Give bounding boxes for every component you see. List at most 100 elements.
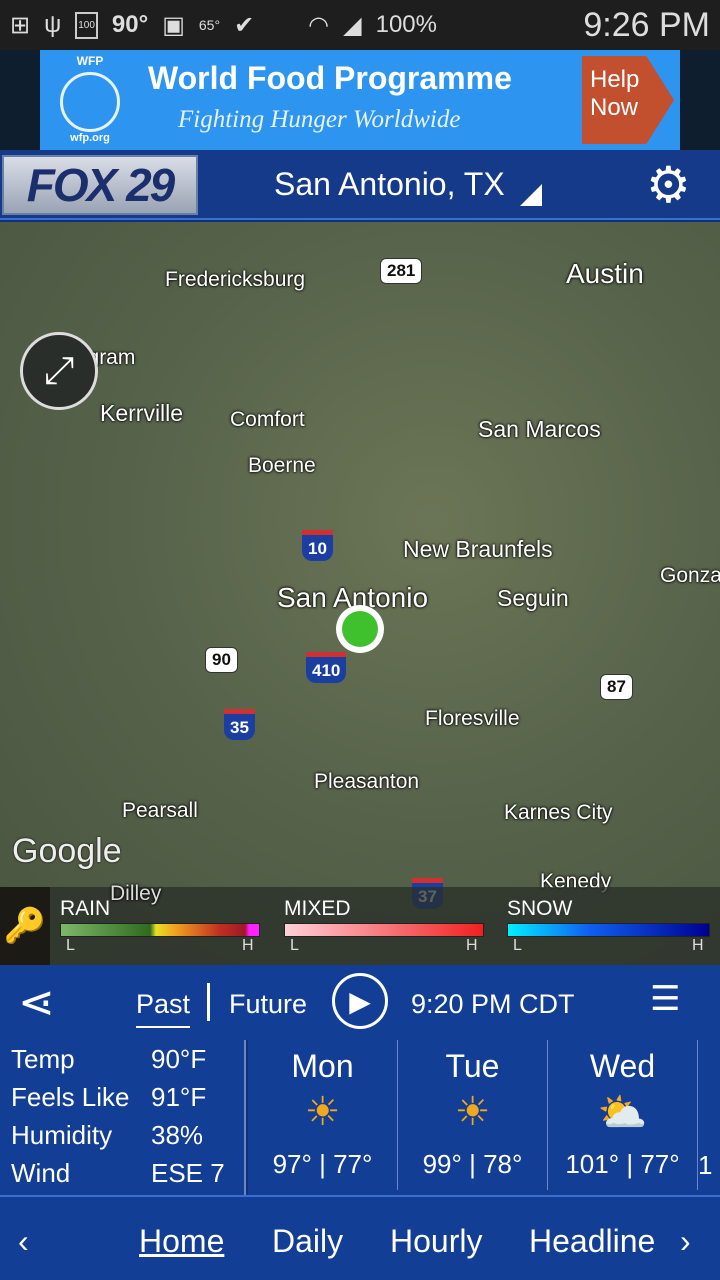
battery-small-icon: 100 — [75, 11, 98, 39]
map-label: Floresville — [425, 707, 520, 730]
signal-icon: ◢ — [343, 11, 362, 39]
map-label: San Marcos — [478, 416, 601, 442]
map-label: Fredericksburg — [165, 268, 306, 291]
nav-prev-icon[interactable]: ‹ — [18, 1223, 29, 1260]
app-header: FOX 29 San Antonio, TX — [0, 150, 720, 220]
condition-value: 38% — [151, 1120, 204, 1150]
ad-banner[interactable]: WFP wfp.org World Food Programme Fighting… — [40, 50, 680, 150]
image-icon: ▣ — [162, 11, 185, 39]
map-label: Boerne — [248, 454, 316, 477]
legend-low: L — [66, 937, 75, 954]
map-label: Pearsall — [122, 799, 198, 822]
highway-shield: 281 — [380, 258, 423, 284]
condition-label: Temp — [11, 1044, 75, 1074]
map-label: Kerrville — [100, 400, 184, 426]
ad-title: World Food Programme — [148, 60, 512, 96]
high-temp: 101° — [565, 1149, 620, 1179]
fullscreen-expand-icon[interactable]: ⤢ — [20, 332, 98, 410]
clock: 9:26 PM — [583, 5, 710, 44]
sun-icon: ☀ — [454, 1090, 491, 1134]
legend-low: L — [290, 937, 299, 954]
status-bar: ⊞ ψ 100 90° ▣ 65° ✔ ◠ ◢ 100% 9:26 PM — [0, 0, 720, 50]
nav-hourly[interactable]: Hourly — [390, 1223, 482, 1260]
map-label: New Braunfels — [403, 536, 553, 562]
map-label: Gonza — [660, 564, 720, 587]
map-label: Austin — [566, 258, 644, 289]
map-label: Seguin — [497, 585, 569, 611]
snow-scale — [507, 923, 710, 937]
legend-high: H — [466, 937, 478, 954]
key-icon[interactable]: 🔑 — [0, 887, 50, 965]
sun-icon: ☀ — [304, 1090, 341, 1134]
interstate-shield: 410 — [306, 652, 347, 683]
condition-value: ESE 7 — [151, 1158, 225, 1188]
day-name: Tue — [445, 1048, 500, 1084]
radar-map[interactable]: Fredericksburg Austin Ingram Kerrville C… — [0, 222, 720, 965]
wifi-icon: ◠ — [308, 11, 330, 39]
day-name: Mon — [291, 1048, 354, 1084]
legend-snow-label: SNOW — [507, 897, 573, 920]
map-label: Karnes City — [504, 801, 613, 824]
legend-mixed-label: MIXED — [284, 897, 351, 920]
notification-icon: ⊞ — [10, 11, 31, 39]
mixed-scale — [284, 923, 484, 937]
legend-rain-label: RAIN — [60, 897, 111, 920]
forecast-day[interactable]: 1 — [698, 1040, 720, 1190]
wfp-logo: WFP wfp.org — [50, 54, 130, 144]
interstate-shield: 10 — [302, 530, 333, 561]
location-selector[interactable]: San Antonio, TX — [274, 166, 505, 203]
divider — [207, 983, 210, 1021]
fox29-logo: FOX 29 — [2, 155, 198, 215]
share-icon[interactable]: ⋖ — [18, 977, 55, 1028]
play-button[interactable]: ▶ — [332, 973, 388, 1029]
gear-icon[interactable]: ⚙ — [646, 160, 691, 210]
forecast-strip[interactable]: Mon ☀ 97° | 77° Tue ☀ 99° | 78° Wed ⛅ 10… — [248, 1040, 720, 1195]
nav-daily[interactable]: Daily — [272, 1223, 343, 1260]
legend-high: H — [242, 937, 254, 954]
temp-status: 90° — [111, 11, 149, 38]
weather-status: 65° — [198, 17, 221, 33]
forecast-day[interactable]: Mon ☀ 97° | 77° — [248, 1040, 398, 1190]
ad-tagline: Fighting Hunger Worldwide — [178, 106, 461, 133]
low-temp: 77° — [333, 1149, 373, 1179]
nav-headline[interactable]: Headline — [529, 1223, 655, 1260]
interstate-shield: 35 — [224, 709, 255, 740]
condition-value: 90°F — [151, 1044, 207, 1074]
help-now-button[interactable]: Help Now — [582, 56, 674, 144]
nav-next-icon[interactable]: › — [680, 1223, 691, 1260]
current-location-marker — [336, 605, 384, 653]
high-temp: 97° — [272, 1149, 312, 1179]
map-label: Dilley — [110, 882, 162, 905]
map-label: Comfort — [230, 408, 305, 431]
current-conditions: Temp 90°F Feels Like 91°F Humidity 38% W… — [0, 1040, 246, 1195]
nav-home[interactable]: Home — [139, 1223, 224, 1260]
layers-icon[interactable]: ☰ — [650, 979, 680, 1019]
partly-cloudy-icon: ⛅ — [597, 1091, 648, 1135]
past-tab[interactable]: Past — [136, 989, 191, 1028]
legend-high: H — [692, 937, 704, 954]
check-icon: ✔ — [234, 11, 255, 39]
legend-low: L — [513, 937, 522, 954]
radar-time: 9:20 PM CDT — [411, 989, 575, 1019]
usb-icon: ψ — [44, 11, 62, 38]
google-attribution: Google — [12, 832, 122, 870]
forecast-day[interactable]: Tue ☀ 99° | 78° — [398, 1040, 548, 1190]
condition-label: Feels Like — [11, 1082, 130, 1112]
forecast-day[interactable]: Wed ⛅ 101° | 77° — [548, 1040, 698, 1190]
condition-label: Wind — [11, 1158, 71, 1188]
condition-value: 91°F — [151, 1082, 207, 1112]
low-temp: 77° — [640, 1149, 680, 1179]
highway-shield: 90 — [205, 647, 238, 673]
map-label: Pleasanton — [314, 770, 420, 793]
high-temp: 99° — [422, 1149, 462, 1179]
battery-percent: 100% — [375, 11, 437, 38]
highway-shield: 87 — [600, 674, 633, 700]
future-tab[interactable]: Future — [229, 989, 307, 1020]
high-temp: 1 — [698, 1150, 713, 1180]
ad-banner-container: WFP wfp.org World Food Programme Fighting… — [0, 50, 720, 150]
rain-scale — [60, 923, 260, 937]
radar-legend: 🔑 RAIN L H MIXED L H SNOW L H — [0, 887, 720, 965]
condition-label: Humidity — [11, 1120, 113, 1150]
dropdown-icon[interactable] — [520, 184, 542, 206]
low-temp: 78° — [483, 1149, 523, 1179]
